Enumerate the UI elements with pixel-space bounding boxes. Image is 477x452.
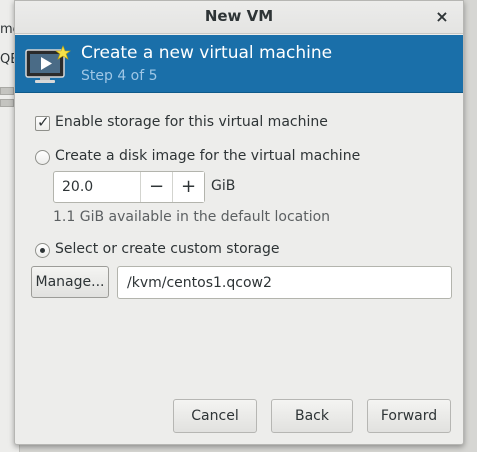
- close-button[interactable]: ×: [431, 6, 453, 28]
- create-disk-label[interactable]: Create a disk image for the virtual mach…: [55, 148, 360, 164]
- custom-storage-radio[interactable]: [35, 243, 50, 258]
- background-window-widget: [0, 87, 14, 95]
- wizard-title: Create a new virtual machine: [81, 43, 333, 63]
- cancel-button[interactable]: Cancel: [173, 399, 257, 433]
- minus-icon: −: [148, 176, 165, 197]
- disk-size-unit: GiB: [211, 178, 236, 194]
- plus-icon: +: [180, 176, 197, 197]
- create-disk-radio[interactable]: [35, 150, 50, 165]
- wizard-header: Create a new virtual machine Step 4 of 5: [15, 35, 463, 93]
- custom-storage-label[interactable]: Select or create custom storage: [55, 241, 280, 257]
- forward-button[interactable]: Forward: [367, 399, 451, 433]
- enable-storage-checkbox[interactable]: [35, 113, 50, 131]
- dialog-title: New VM: [204, 7, 274, 25]
- dialog-titlebar[interactable]: New VM ×: [15, 1, 463, 34]
- enable-storage-label[interactable]: Enable storage for this virtual machine: [55, 114, 328, 130]
- wizard-step: Step 4 of 5: [81, 68, 158, 84]
- new-vm-dialog: New VM × Create a new virtual machine St…: [14, 0, 464, 445]
- disk-size-input[interactable]: [54, 172, 140, 202]
- available-space-text: 1.1 GiB available in the default locatio…: [53, 209, 331, 225]
- decrease-size-button[interactable]: −: [140, 172, 172, 202]
- vm-monitor-star-icon: [25, 45, 71, 83]
- storage-path-input[interactable]: [117, 266, 452, 299]
- close-icon: ×: [435, 7, 449, 26]
- manage-button[interactable]: Manage...: [31, 266, 109, 298]
- increase-size-button[interactable]: +: [172, 172, 204, 202]
- background-window-widget: [0, 99, 14, 107]
- disk-size-spinner[interactable]: − +: [53, 171, 205, 203]
- back-button[interactable]: Back: [271, 399, 353, 433]
